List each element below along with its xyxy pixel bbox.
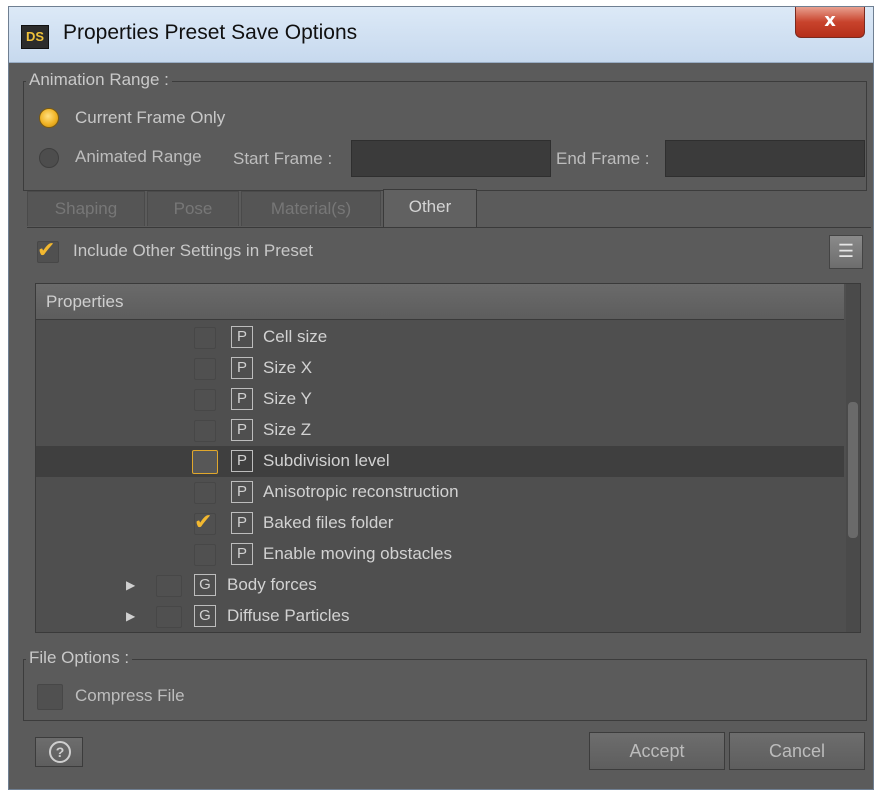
row-label: Diffuse Particles: [227, 606, 350, 625]
help-button[interactable]: ?: [35, 737, 83, 767]
row-label: Size Z: [263, 420, 312, 439]
tree-row[interactable]: P Cell size: [36, 322, 844, 353]
animated-range-radio[interactable]: [39, 148, 59, 168]
row-label: Cell size: [263, 327, 328, 346]
properties-tree: Properties P Cell size P Size X P Size Y…: [35, 283, 861, 633]
property-icon: P: [231, 543, 253, 565]
tab-shaping[interactable]: Shaping: [27, 191, 145, 226]
current-frame-label[interactable]: Current Frame Only: [75, 108, 225, 128]
accept-button[interactable]: Accept: [589, 732, 725, 770]
window-title: Properties Preset Save Options: [63, 21, 358, 44]
compress-file-checkbox[interactable]: [37, 684, 63, 710]
expand-arrow-icon[interactable]: ▶: [126, 609, 135, 623]
checkmark-icon: ✔: [194, 510, 213, 535]
row-label: Anisotropic reconstruction: [263, 482, 459, 501]
row-checkbox[interactable]: [192, 450, 218, 474]
property-icon: P: [231, 450, 253, 472]
daz-studio-icon: DS: [21, 25, 49, 49]
tree-row[interactable]: P Enable moving obstacles: [36, 539, 844, 570]
animated-range-label[interactable]: Animated Range: [75, 147, 202, 167]
row-checkbox[interactable]: [194, 482, 216, 504]
compress-file-label[interactable]: Compress File: [75, 686, 185, 706]
row-label: Enable moving obstacles: [263, 544, 453, 563]
row-label: Baked files folder: [263, 513, 394, 532]
property-icon: P: [231, 326, 253, 348]
row-checkbox[interactable]: [156, 606, 182, 628]
row-checkbox[interactable]: [156, 575, 182, 597]
scrollbar-thumb[interactable]: [848, 402, 858, 538]
row-label: Size X: [263, 358, 313, 377]
tab-materials[interactable]: Material(s): [241, 191, 381, 226]
row-checkbox[interactable]: [194, 544, 216, 566]
title-bar[interactable]: DS Properties Preset Save Options x: [9, 7, 873, 63]
row-checkbox[interactable]: [194, 327, 216, 349]
cancel-button[interactable]: Cancel: [729, 732, 865, 770]
tree-row[interactable]: P Subdivision level: [36, 446, 844, 477]
end-frame-field[interactable]: [665, 140, 865, 177]
group-icon: G: [194, 605, 216, 627]
file-options-legend: File Options :: [26, 648, 133, 668]
row-label: Body forces: [227, 575, 317, 594]
tree-row[interactable]: ✔ P Baked files folder: [36, 508, 844, 539]
group-icon: G: [194, 574, 216, 596]
property-icon: P: [231, 357, 253, 379]
start-frame-field[interactable]: [351, 140, 551, 177]
properties-header[interactable]: Properties: [36, 284, 844, 320]
current-frame-radio[interactable]: [39, 108, 59, 128]
row-label: Size Y: [263, 389, 312, 408]
tab-other[interactable]: Other: [383, 189, 477, 227]
vertical-scrollbar[interactable]: [846, 284, 860, 632]
row-label: Subdivision level: [263, 451, 390, 470]
tree-row[interactable]: ▶ G Body forces: [36, 570, 844, 601]
start-frame-label: Start Frame :: [233, 149, 333, 168]
tree-row[interactable]: P Anisotropic reconstruction: [36, 477, 844, 508]
row-checkbox[interactable]: [194, 389, 216, 411]
tab-pose[interactable]: Pose: [147, 191, 239, 226]
tree-row[interactable]: P Size Z: [36, 415, 844, 446]
animation-range-legend: Animation Range :: [26, 70, 172, 90]
help-icon: ?: [49, 741, 71, 763]
property-icon: P: [231, 388, 253, 410]
row-checkbox[interactable]: [194, 420, 216, 442]
dialog-window: DS Properties Preset Save Options x Anim…: [8, 6, 874, 790]
list-menu-icon[interactable]: ☰: [829, 235, 863, 269]
expand-arrow-icon[interactable]: ▶: [126, 578, 135, 592]
close-button[interactable]: x: [795, 7, 865, 38]
tree-row[interactable]: P Size X: [36, 353, 844, 384]
row-checkbox[interactable]: [194, 358, 216, 380]
include-settings-label[interactable]: Include Other Settings in Preset: [73, 241, 313, 261]
property-icon: P: [231, 481, 253, 503]
property-icon: P: [231, 419, 253, 441]
property-icon: P: [231, 512, 253, 534]
tree-row[interactable]: ▶ G Diffuse Particles: [36, 601, 844, 632]
end-frame-label: End Frame :: [556, 149, 650, 168]
tree-row[interactable]: P Size Y: [36, 384, 844, 415]
checkmark-icon: ✔: [37, 238, 56, 263]
